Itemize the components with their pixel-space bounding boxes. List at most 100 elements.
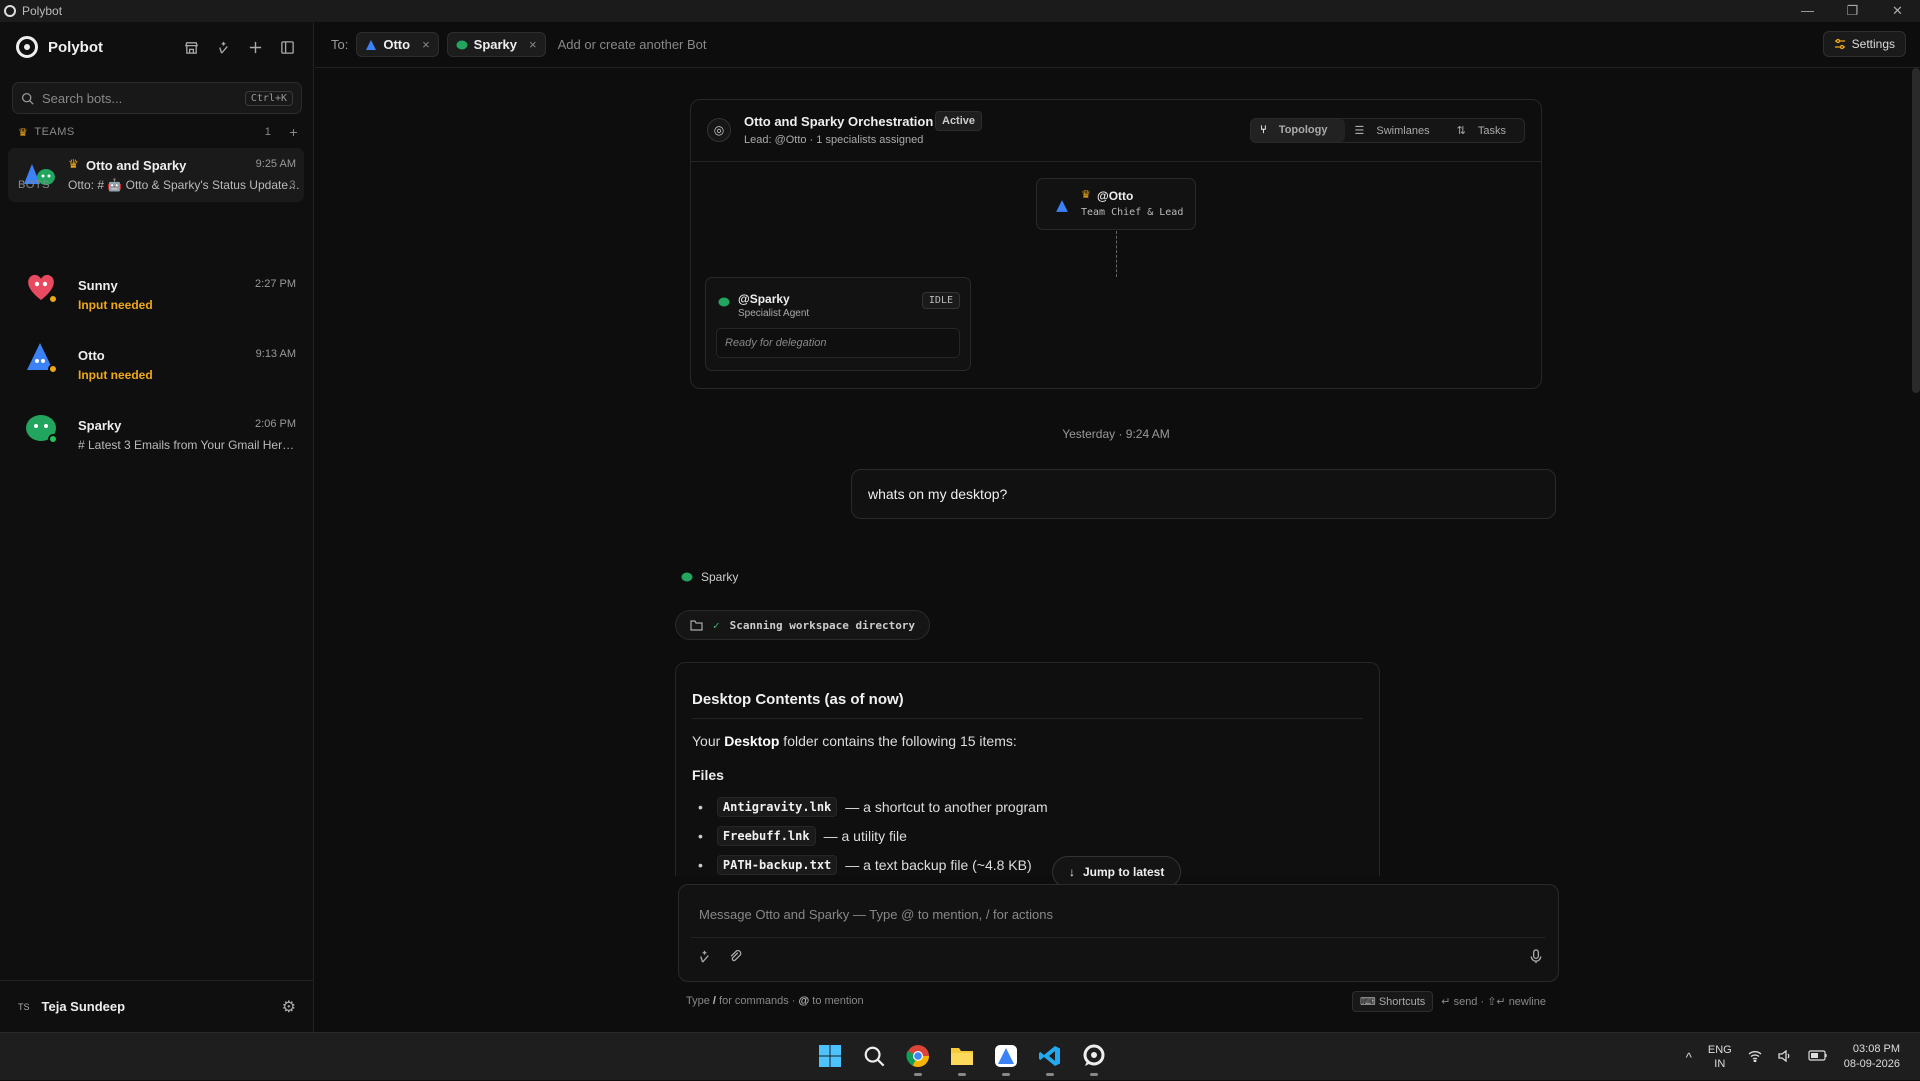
search-bots-field[interactable]: Search bots... Ctrl+K	[12, 82, 302, 114]
lang-top: ENG	[1707, 1044, 1732, 1056]
lead-handle: @Otto	[1097, 189, 1134, 203]
message-composer[interactable]: Message Otto and Sparky — Type @ to ment…	[678, 884, 1559, 982]
sparky-icon	[456, 40, 468, 49]
bots-header: BOTS 3	[18, 179, 298, 191]
taskbar-apps	[815, 1041, 1109, 1076]
view-tabs: ⑂ Topology ☰ Swimlanes ⇅ Tasks	[1250, 118, 1525, 143]
lead-node[interactable]: ♛ @Otto Team Chief & Lead	[1036, 178, 1196, 230]
bot-name: Sparky	[78, 418, 122, 433]
polybot-app-icon[interactable]	[1079, 1041, 1109, 1076]
battery-icon[interactable]	[1808, 1050, 1828, 1064]
shortcuts-button[interactable]: ⌨ Shortcuts	[1351, 991, 1434, 1012]
tab-tasks[interactable]: ⇅ Tasks	[1448, 119, 1524, 142]
specialist-handle: @Sparky	[738, 292, 790, 306]
settings-button[interactable]: Settings	[1822, 31, 1906, 57]
clock-date: 08-09-2026	[1843, 1058, 1900, 1070]
chrome-icon[interactable]	[903, 1041, 933, 1076]
gear-icon[interactable]: ⚙	[282, 997, 296, 1017]
window-title: Polybot	[22, 4, 63, 18]
shortcuts-label: Shortcuts	[1378, 996, 1426, 1008]
system-tray: ^ ENG IN 03:08 PM 08-09-2026	[1686, 1033, 1920, 1081]
clock[interactable]: 03:08 PM 08-09-2026	[1844, 1042, 1900, 1072]
teams-count: 1	[264, 126, 272, 138]
user-profile-row[interactable]: TS Teja Sundeep ⚙	[0, 980, 314, 1032]
collapse-sidebar-icon[interactable]	[278, 38, 296, 56]
bot-item-sunny[interactable]: Sunny 2:27 PM Input needed	[8, 260, 304, 320]
sidebar: Polybot Search bots... Ctrl+K ♛ TEAMS 1 …	[0, 22, 314, 1032]
new-chat-icon[interactable]	[246, 38, 264, 56]
files-list: Antigravity.lnk — a shortcut to another p…	[692, 797, 1363, 875]
list-item: Antigravity.lnk — a shortcut to another p…	[698, 797, 1363, 817]
message-input[interactable]: Message Otto and Sparky — Type @ to ment…	[699, 907, 1053, 922]
sparkles-icon[interactable]	[697, 949, 712, 967]
tab-swimlanes[interactable]: ☰ Swimlanes	[1345, 119, 1447, 142]
crown-icon: ♛	[1081, 189, 1091, 201]
tool-call-label: Scanning workspace directory	[729, 618, 916, 632]
store-icon[interactable]	[182, 38, 200, 56]
wifi-icon[interactable]	[1748, 1050, 1762, 1065]
tab-topology[interactable]: ⑂ Topology	[1251, 119, 1346, 142]
specialist-node[interactable]: @Sparky Specialist Agent IDLE Ready for …	[705, 277, 971, 371]
search-shortcut: Ctrl+K	[244, 90, 293, 106]
target-icon: ◎	[707, 118, 731, 142]
tab-label: Topology	[1278, 124, 1328, 136]
specialist-note: Ready for delegation	[716, 328, 960, 358]
tool-call-chip[interactable]: ✓ Scanning workspace directory	[675, 610, 931, 640]
composer-tools	[697, 949, 742, 967]
microphone-icon[interactable]	[1530, 949, 1542, 967]
windows-start-icon[interactable]	[815, 1041, 845, 1071]
search-icon[interactable]	[859, 1041, 889, 1071]
file-name: Antigravity.lnk	[716, 797, 838, 817]
team-name: Otto and Sparky	[86, 158, 187, 173]
recipient-chip-otto[interactable]: Otto ×	[356, 32, 439, 57]
answer-intro: Your Desktop folder contains the followi…	[692, 733, 1363, 749]
answer-heading: Desktop Contents (as of now)	[692, 691, 1363, 719]
to-label: To:	[331, 37, 349, 52]
sparkles-icon[interactable]	[214, 38, 232, 56]
intro-text: folder contains the following 15 items:	[779, 733, 1017, 749]
brand-name: Polybot	[48, 38, 103, 56]
message-sender: Sparky	[681, 570, 738, 584]
otto-app-icon[interactable]	[991, 1041, 1021, 1076]
add-bot-input[interactable]: Add or create another Bot	[558, 37, 707, 52]
teams-label: TEAMS	[34, 126, 75, 138]
team-item-otto-and-sparky[interactable]: ♛ Otto and Sparky 9:25 AM Otto: # 🤖 Otto…	[8, 148, 304, 202]
bot-time: 2:27 PM	[255, 278, 296, 290]
brand[interactable]: Polybot	[16, 36, 103, 58]
speaker-icon[interactable]	[1778, 1049, 1792, 1065]
composer-divider	[691, 937, 1546, 938]
paperclip-icon[interactable]	[728, 949, 742, 967]
idle-badge: IDLE	[921, 292, 960, 309]
file-name: Freebuff.lnk	[716, 826, 816, 846]
recipient-chip-sparky[interactable]: Sparky ×	[446, 32, 546, 57]
sparky-icon	[681, 572, 693, 582]
bot-item-otto[interactable]: Otto 9:13 AM Input needed	[8, 330, 304, 390]
scrollbar[interactable]	[1912, 68, 1920, 393]
file-explorer-icon[interactable]	[947, 1041, 977, 1076]
bot-item-sparky[interactable]: Sparky 2:06 PM # Latest 3 Emails from Yo…	[8, 400, 304, 460]
specialist-role: Specialist Agent	[738, 308, 810, 319]
chevron-up-icon[interactable]: ^	[1686, 1050, 1692, 1065]
teams-header: ♛ TEAMS 1 +	[18, 124, 298, 140]
remove-recipient-icon[interactable]: ×	[422, 37, 430, 52]
composer-hint: Type / for commands · @ to mention	[686, 995, 864, 1007]
jump-label: Jump to latest	[1083, 865, 1165, 879]
maximize-button[interactable]: ❐	[1830, 0, 1875, 22]
list-item: PATH-backup.txt — a text backup file (~4.…	[698, 855, 1363, 875]
tab-label: Swimlanes	[1376, 125, 1430, 137]
list-item: Freebuff.lnk — a utility file	[698, 826, 1363, 846]
vscode-icon[interactable]	[1035, 1041, 1065, 1076]
bot-preview: # Latest 3 Emails from Your Gmail Here a…	[78, 438, 300, 452]
user-message: whats on my desktop?	[851, 469, 1556, 519]
arrow-down-icon: ↓	[1069, 865, 1075, 879]
minimize-button[interactable]: —	[1785, 0, 1830, 22]
status-dot	[48, 434, 58, 444]
close-window-button[interactable]: ✕	[1875, 0, 1920, 22]
recipient-name: Otto	[383, 37, 411, 52]
hint-text: to mention	[809, 995, 864, 1007]
remove-recipient-icon[interactable]: ×	[529, 37, 537, 52]
orchestration-header: ◎ Otto and Sparky Orchestration Active L…	[691, 100, 1541, 162]
language-indicator[interactable]: ENG IN	[1708, 1043, 1732, 1071]
add-team-icon[interactable]: +	[289, 124, 298, 140]
folder-icon	[690, 620, 703, 631]
